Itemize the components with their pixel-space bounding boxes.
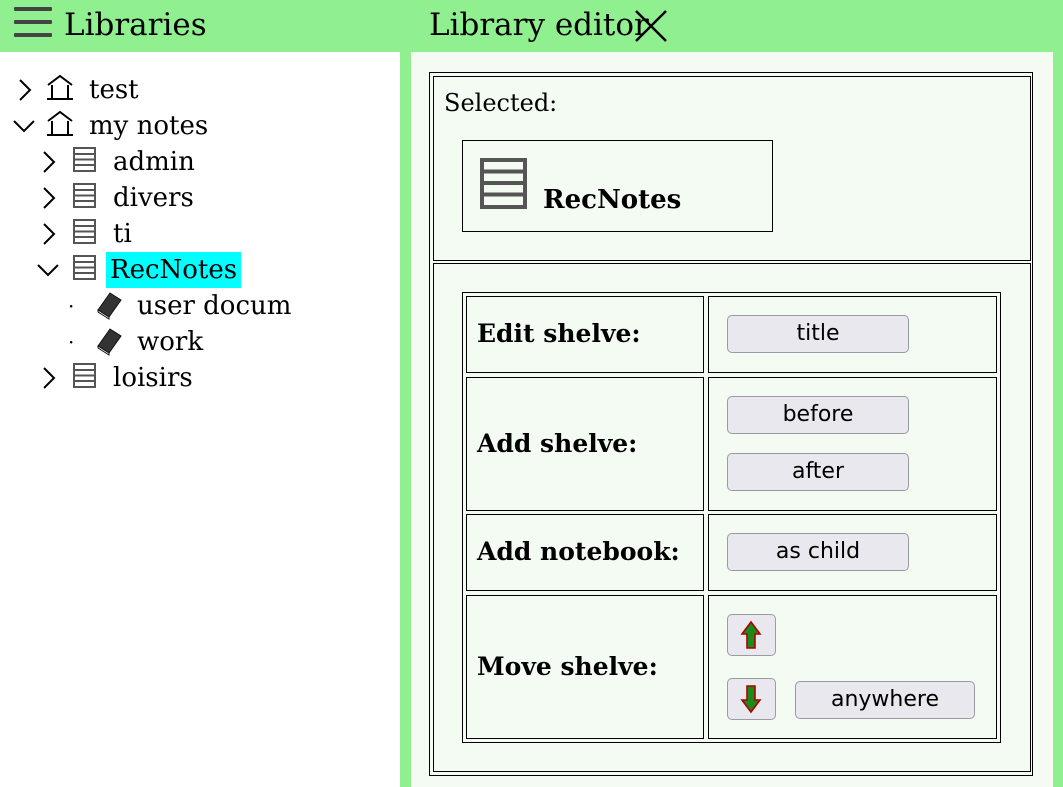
move-up-button[interactable] <box>727 614 776 656</box>
notebook-icon <box>97 292 122 320</box>
chevron-right-icon[interactable] <box>38 360 62 396</box>
add-before-button[interactable]: before <box>727 396 909 434</box>
tree-item-label[interactable]: user docum <box>133 288 295 324</box>
shelf-icon <box>73 147 96 172</box>
libraries-title: Libraries <box>64 7 207 43</box>
row-actions-cell: anywhere <box>708 595 997 739</box>
shelf-icon <box>73 219 96 244</box>
row-actions-cell: before after <box>708 377 997 511</box>
arrow-down-icon <box>740 685 762 714</box>
tree-item-my-notes[interactable]: my notes <box>0 108 400 144</box>
tree-item-label-selected[interactable]: RecNotes <box>106 252 242 288</box>
chevron-down-icon[interactable] <box>36 252 60 288</box>
shelf-icon <box>480 158 527 209</box>
add-notebook-child-button[interactable]: as child <box>727 533 909 571</box>
arrow-up-icon <box>740 620 762 649</box>
editor-header: Library editor <box>411 0 1063 52</box>
row-label-cell: Add shelve: <box>466 377 704 511</box>
add-notebook-label: Add notebook: <box>477 537 680 566</box>
hamburger-menu-icon[interactable] <box>14 7 52 37</box>
tree-item-test[interactable]: test <box>0 72 400 108</box>
selected-section: Selected: RecNotes <box>433 76 1031 261</box>
library-icon <box>47 74 73 100</box>
shelf-icon <box>73 255 96 280</box>
tree-item-admin[interactable]: admin <box>0 144 400 180</box>
chevron-right-icon[interactable] <box>38 216 62 252</box>
chevron-right-icon[interactable] <box>14 72 38 108</box>
row-actions-cell: title <box>708 296 997 373</box>
row-label-cell: Edit shelve: <box>466 296 704 373</box>
library-tree: test my notes admin divers ti RecNotes ·… <box>0 52 400 787</box>
notebook-icon <box>97 328 122 356</box>
close-icon[interactable] <box>633 8 669 44</box>
bullet-icon: · <box>68 330 75 354</box>
editor-title: Library editor <box>429 7 649 43</box>
add-after-button[interactable]: after <box>727 453 909 491</box>
row-label-cell: Move shelve: <box>466 595 704 739</box>
tree-item-label[interactable]: ti <box>109 216 136 252</box>
move-anywhere-button[interactable]: anywhere <box>795 681 975 719</box>
library-icon <box>47 110 73 136</box>
selected-item-name: RecNotes <box>543 185 682 215</box>
pane-separator[interactable] <box>400 0 411 787</box>
bullet-icon: · <box>68 294 75 318</box>
shelf-icon <box>73 363 96 388</box>
chevron-right-icon[interactable] <box>38 144 62 180</box>
tree-item-ti[interactable]: ti <box>0 216 400 252</box>
tree-item-work[interactable]: · work <box>0 324 400 360</box>
selected-item-card: RecNotes <box>462 140 773 232</box>
tree-item-label[interactable]: divers <box>109 180 198 216</box>
edit-shelve-label: Edit shelve: <box>477 319 641 348</box>
tree-item-label[interactable]: test <box>85 72 143 108</box>
right-edge <box>1053 52 1063 787</box>
move-down-button[interactable] <box>727 678 776 720</box>
move-shelve-label: Move shelve: <box>477 652 658 681</box>
tree-item-label[interactable]: work <box>133 324 207 360</box>
row-label-cell: Add notebook: <box>466 514 704 591</box>
add-shelve-label: Add shelve: <box>477 429 638 458</box>
row-actions-cell: as child <box>708 514 997 591</box>
selected-label: Selected: <box>444 89 558 117</box>
libraries-header: Libraries <box>0 0 400 52</box>
chevron-right-icon[interactable] <box>38 180 62 216</box>
library-editor-panel: Selected: RecNotes Edit shelve: title Ad… <box>411 52 1053 787</box>
shelf-icon <box>73 183 96 208</box>
tree-item-loisirs[interactable]: loisirs <box>0 360 400 396</box>
tree-item-label[interactable]: loisirs <box>109 360 197 396</box>
tree-item-divers[interactable]: divers <box>0 180 400 216</box>
actions-section: Edit shelve: title Add shelve: before af… <box>433 263 1031 772</box>
tree-item-user-docum[interactable]: · user docum <box>0 288 400 324</box>
tree-item-recnotes[interactable]: RecNotes <box>0 252 400 288</box>
edit-title-button[interactable]: title <box>727 315 909 353</box>
chevron-down-icon[interactable] <box>12 108 36 144</box>
tree-item-label[interactable]: admin <box>109 144 199 180</box>
tree-item-label[interactable]: my notes <box>85 108 212 144</box>
